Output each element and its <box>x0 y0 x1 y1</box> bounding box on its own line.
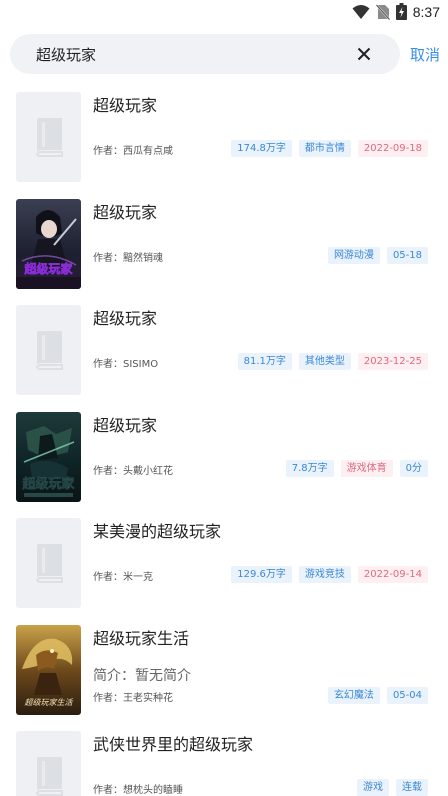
book-tag: 174.8万字 <box>231 140 292 157</box>
result-item[interactable]: 武侠世界里的超级玩家作者：想枕头的瞌睡 游戏 连载 <box>0 725 448 796</box>
book-author: 作者：王老实种花 <box>93 692 173 704</box>
result-item[interactable]: 超级玩家 超级玩家 作者：头戴小红花 7.8万字 游戏体育 0分 <box>0 406 448 513</box>
book-title: 超级玩家生活 <box>93 628 190 648</box>
result-item[interactable]: 超级玩家生活 超级玩家生活 简介：暂无简介 作者：王老实种花 玄幻魔法 05-04 <box>0 619 448 726</box>
clear-search-button[interactable] <box>354 44 374 64</box>
book-placeholder-icon <box>35 118 63 157</box>
book-tag: 游戏竞技 <box>298 566 351 583</box>
book-author: 作者：头戴小红花 <box>93 465 173 477</box>
battery-charging-icon <box>395 3 407 20</box>
book-tag: 2023-12-25 <box>357 353 428 370</box>
result-item[interactable]: 超级玩家作者：西瓜有点咸 174.8万字 都市言情 2022-09-18 <box>0 86 448 193</box>
book-author: 作者：米一克 <box>93 572 153 583</box>
close-icon[interactable] <box>354 44 374 64</box>
book-tags: 174.8万字 都市言情 2022-09-18 <box>231 140 428 157</box>
cover-title-art: 超级玩家 <box>22 476 75 492</box>
book-cover-image[interactable]: 超级玩家 <box>16 411 81 502</box>
book-cover-placeholder[interactable] <box>16 731 81 796</box>
search-query-text[interactable]: 超级玩家 <box>36 44 96 65</box>
book-tags: 129.6万字 游戏竞技 2022-09-14 <box>231 566 428 583</box>
book-tags: 7.8万字 游戏体育 0分 <box>285 459 428 477</box>
book-title: 超级玩家 <box>93 96 158 115</box>
book-tags: 网游动漫 05-18 <box>327 246 428 264</box>
book-tag: 玄幻魔法 <box>327 686 380 704</box>
book-author: 作者：想枕头的瞌睡 <box>93 785 183 796</box>
book-tag: 2022-09-18 <box>357 140 428 157</box>
book-author: 作者：西瓜有点咸 <box>93 146 173 157</box>
book-tag: 05-18 <box>386 246 428 264</box>
book-title: 超级玩家 <box>93 309 158 328</box>
no-sim-icon <box>375 3 390 20</box>
book-author: 作者：黯然销魂 <box>93 252 163 264</box>
book-title: 超级玩家 <box>93 415 158 435</box>
cancel-button[interactable]: 取消 <box>410 44 440 65</box>
book-cover-placeholder[interactable] <box>16 518 81 608</box>
book-tag: 游戏 <box>357 779 389 796</box>
book-title: 某美漫的超级玩家 <box>93 522 222 541</box>
book-tag: 7.8万字 <box>285 459 334 477</box>
book-tag: 其他类型 <box>298 353 351 370</box>
book-tag: 0分 <box>399 459 428 477</box>
book-tags: 玄幻魔法 05-04 <box>327 686 428 704</box>
book-author: 作者：SISIMO <box>93 359 159 370</box>
result-item[interactable]: 超级玩家 超级玩家 作者：黯然销魂 网游动漫 05-18 <box>0 193 448 300</box>
wifi-icon <box>352 4 370 19</box>
book-tag: 129.6万字 <box>231 566 292 583</box>
status-icons: 8:37 <box>352 3 440 20</box>
book-placeholder-icon <box>35 544 63 583</box>
result-item[interactable]: 某美漫的超级玩家作者：米一克 129.6万字 游戏竞技 2022-09-14 <box>0 512 448 619</box>
book-tag: 游戏体育 <box>340 459 393 477</box>
book-tag: 都市言情 <box>298 140 351 157</box>
status-bar: 8:37 <box>0 0 448 26</box>
book-intro: 简介：暂无简介 <box>93 667 191 684</box>
book-placeholder-icon <box>35 757 63 796</box>
cover-title-art: 超级玩家生活 <box>25 698 74 707</box>
book-tag: 81.1万字 <box>237 353 292 370</box>
book-tag: 连载 <box>396 779 428 796</box>
book-cover-placeholder[interactable] <box>16 305 81 395</box>
cover-title-art: 超级玩家 <box>23 261 73 276</box>
status-time: 8:37 <box>412 3 440 20</box>
book-tag: 05-04 <box>386 686 428 704</box>
book-placeholder-icon <box>35 331 63 370</box>
search-bar: 超级玩家 取消 <box>0 34 448 74</box>
book-tag: 网游动漫 <box>327 246 380 264</box>
book-cover-image[interactable]: 超级玩家生活 <box>16 624 81 715</box>
book-title: 武侠世界里的超级玩家 <box>93 735 254 754</box>
book-tags: 81.1万字 其他类型 2023-12-25 <box>237 353 428 370</box>
search-results-list: 超级玩家 作者：西瓜有点咸 174.8万字 都市言情 2022-09-18 超级玩家 超级玩… <box>0 86 448 796</box>
search-input[interactable]: 超级玩家 <box>10 34 400 74</box>
book-tags: 游戏 连载 <box>357 779 428 796</box>
book-title: 超级玩家 <box>93 202 158 222</box>
book-cover-image[interactable]: 超级玩家 <box>16 198 81 289</box>
book-cover-placeholder[interactable] <box>16 92 81 182</box>
result-item[interactable]: 超级玩家作者：SISIMO 81.1万字 其他类型 2023-12-25 <box>0 299 448 406</box>
book-tag: 2022-09-14 <box>357 566 428 583</box>
